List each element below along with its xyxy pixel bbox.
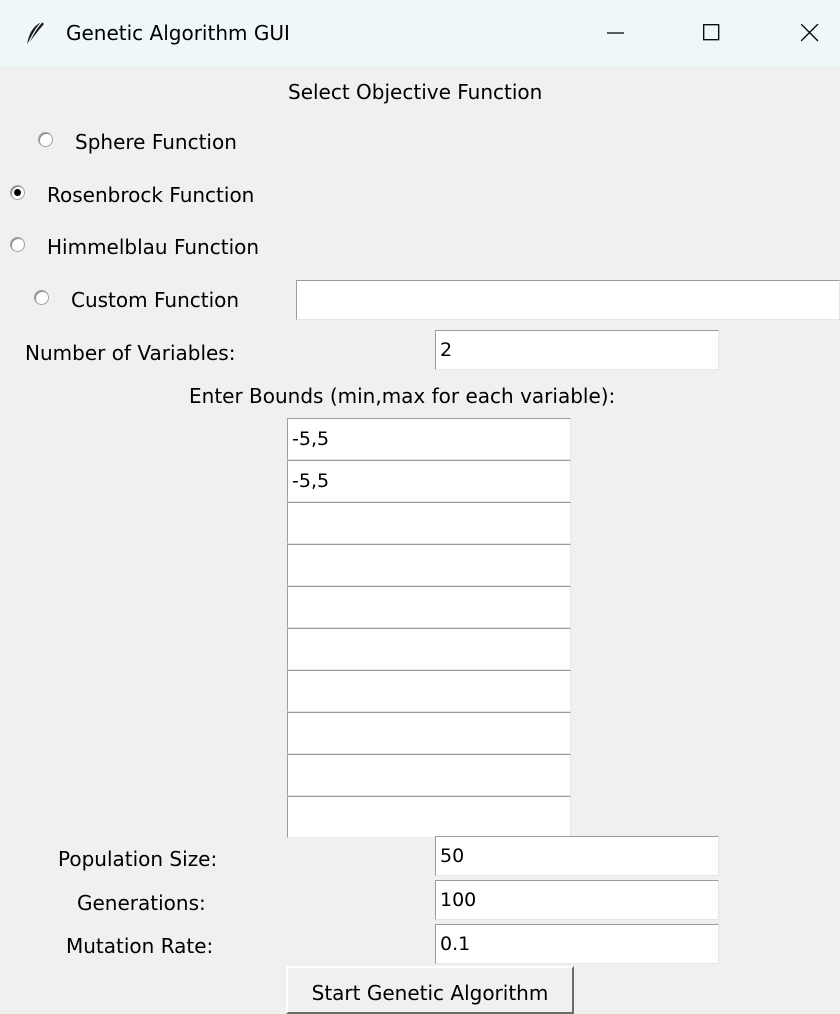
bound-input-9[interactable] [287,754,571,796]
bound-input-6[interactable] [287,628,571,670]
start-genetic-algorithm-button[interactable]: Start Genetic Algorithm [286,966,574,1014]
radio-label: Custom Function [71,288,240,312]
bounds-label: Enter Bounds (min,max for each variable)… [189,384,616,408]
generations-label: Generations: [77,891,206,915]
bound-input-5[interactable] [287,586,571,628]
window-title: Genetic Algorithm GUI [66,21,290,45]
close-button[interactable] [780,10,840,56]
radio-indicator[interactable] [10,237,25,252]
radio-label: Rosenbrock Function [47,183,255,207]
bound-input-8[interactable] [287,712,571,754]
radio-indicator[interactable] [34,290,49,305]
bound-input-10[interactable] [287,796,571,838]
maximize-icon [703,24,720,41]
bound-input-1[interactable] [287,418,571,460]
population-size-label: Population Size: [58,847,218,871]
bounds-list [287,418,571,838]
minimize-button[interactable] [586,10,646,56]
title-bar: Genetic Algorithm GUI [0,0,840,66]
mutation-rate-label: Mutation Rate: [66,934,214,958]
num-variables-label: Number of Variables: [25,341,236,365]
bound-input-4[interactable] [287,544,571,586]
bound-input-2[interactable] [287,460,571,502]
feather-icon [22,20,48,48]
minimize-icon [607,32,624,34]
radio-indicator[interactable] [38,132,53,147]
radio-indicator[interactable] [10,185,25,200]
custom-function-input[interactable] [296,280,840,320]
mutation-rate-input[interactable] [435,924,719,964]
maximize-button[interactable] [682,10,742,56]
radio-label: Himmelblau Function [47,235,260,259]
num-variables-input[interactable] [435,330,719,370]
radio-label: Sphere Function [75,130,237,154]
generations-input[interactable] [435,880,719,920]
bound-input-7[interactable] [287,670,571,712]
bound-input-3[interactable] [287,502,571,544]
radio-selected-dot [14,189,21,196]
close-icon [801,24,819,42]
objective-heading: Select Objective Function [288,80,543,104]
population-size-input[interactable] [435,836,719,876]
